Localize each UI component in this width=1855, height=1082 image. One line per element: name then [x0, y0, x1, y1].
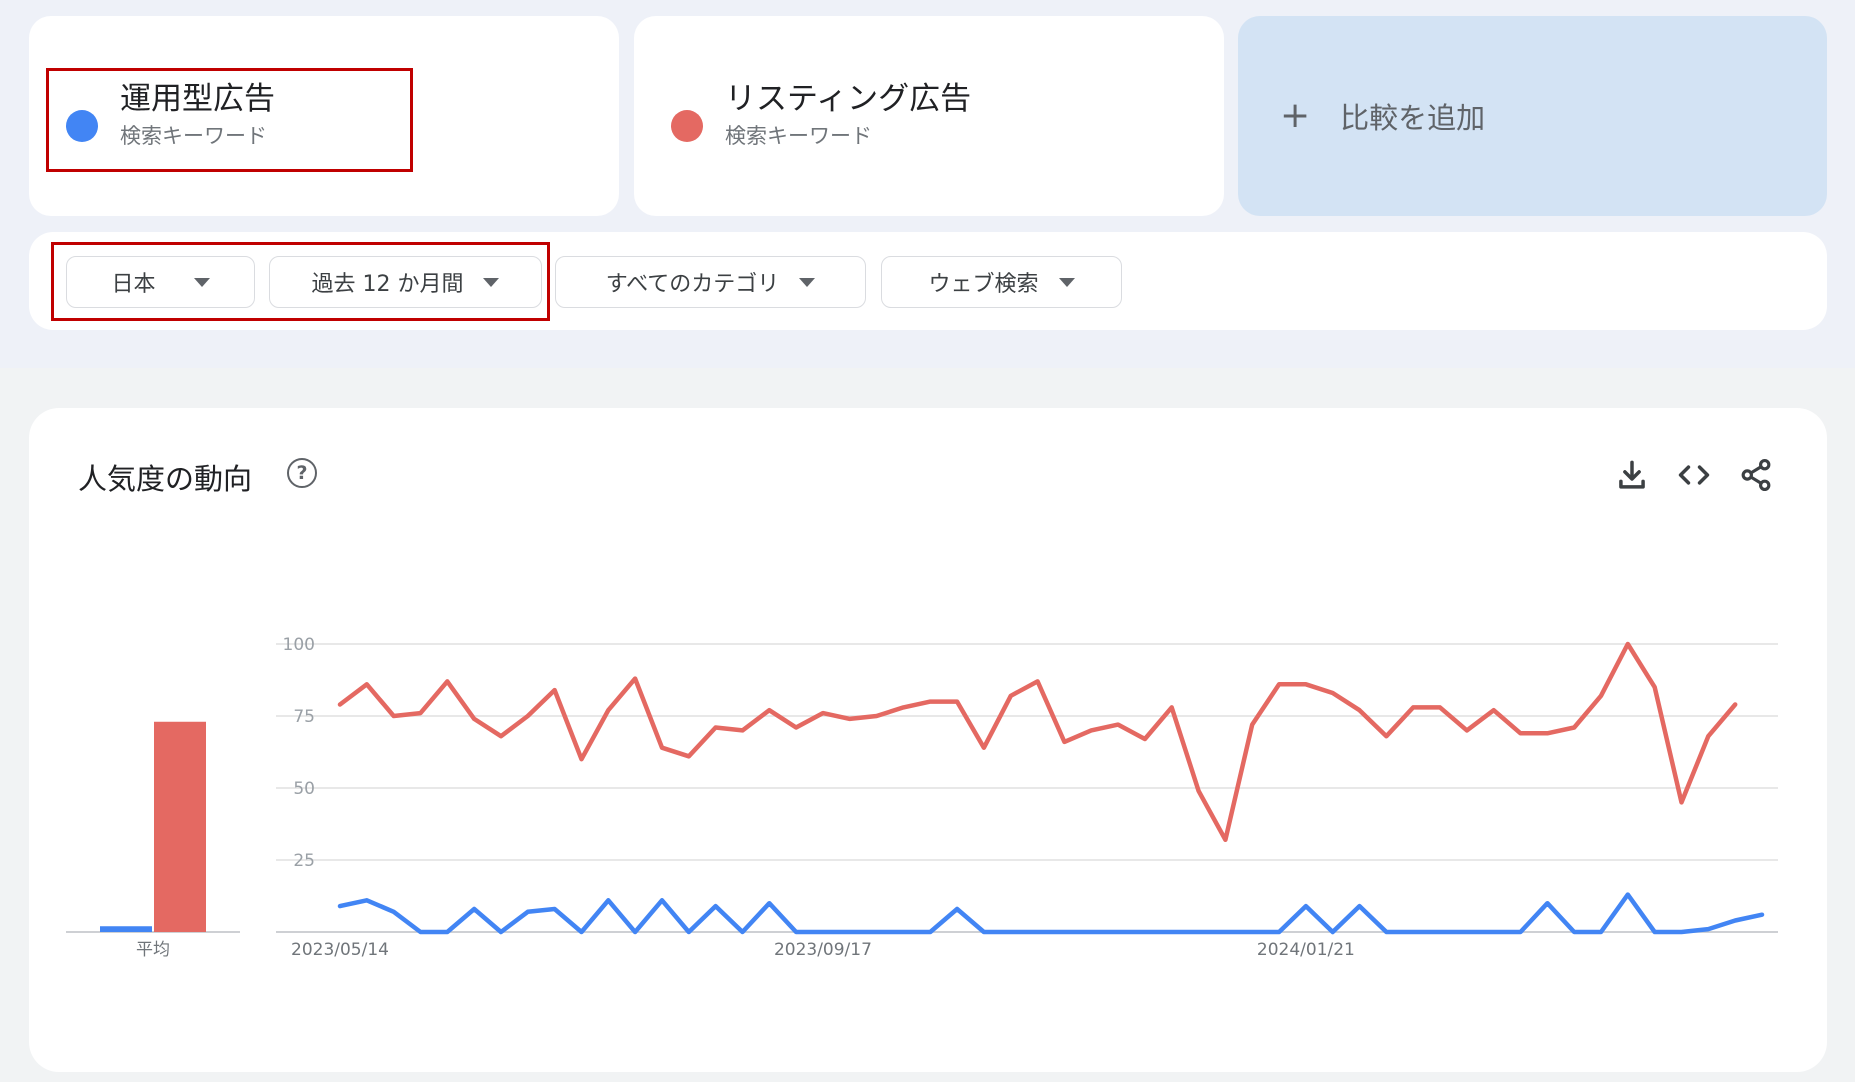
trend-chart: 100 75 50 25 2023/05/14 2023/09/17 2024/01/21 平… [66, 635, 1778, 960]
average-label: 平均 [136, 940, 170, 960]
average-bar-0 [100, 926, 152, 932]
series-line-1 [337, 641, 1738, 843]
series-line-0 [337, 892, 1765, 935]
average-bar-1 [154, 721, 206, 932]
y-tick-label-100: 100 [283, 635, 315, 655]
x-tick-label-2: 2024/01/21 [1257, 940, 1355, 960]
x-tick-label-1: 2023/09/17 [774, 940, 872, 960]
y-tick-label-50: 50 [293, 779, 315, 799]
y-tick-label-75: 75 [293, 707, 315, 727]
x-tick-label-0: 2023/05/14 [291, 940, 389, 960]
y-tick-label-25: 25 [293, 851, 315, 871]
